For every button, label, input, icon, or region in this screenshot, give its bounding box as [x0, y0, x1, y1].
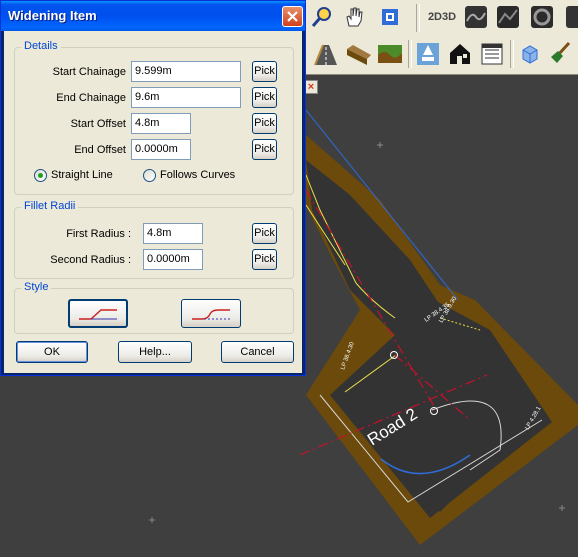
dialog-title: Widening Item: [8, 8, 97, 23]
help-button[interactable]: Help...: [118, 341, 192, 363]
details-group: Details Start Chainage 9.599m Pick End C…: [14, 40, 294, 195]
start-offset-label: Start Offset: [70, 118, 126, 130]
end-offset-field[interactable]: 0.0000m: [131, 139, 191, 160]
start-chainage-field[interactable]: 9.599m: [131, 61, 241, 82]
radio-selected-dot: [38, 173, 43, 178]
close-icon: [287, 11, 298, 22]
design-toolbar: [300, 36, 578, 75]
first-radius-field[interactable]: 4.8m: [143, 223, 203, 244]
first-radius-pick-button[interactable]: Pick: [252, 223, 277, 244]
dialog-close-button[interactable]: [282, 6, 303, 27]
start-chainage-label: Start Chainage: [52, 66, 126, 78]
straight-taper-icon: [79, 308, 117, 320]
first-radius-label: First Radius :: [66, 228, 131, 240]
floating-window-close-button[interactable]: ×: [304, 80, 318, 94]
view-2d-3d-label: 2D3D: [427, 11, 457, 23]
end-chainage-label: End Chainage: [56, 92, 126, 104]
cancel-button[interactable]: Cancel: [221, 341, 294, 363]
view-2d-3d-toggle[interactable]: 2D3D: [426, 3, 458, 31]
straight-line-radio[interactable]: [34, 169, 47, 182]
fillet-radii-legend: Fillet Radii: [21, 200, 79, 212]
dialog-client-area: Details Start Chainage 9.599m Pick End C…: [4, 31, 302, 373]
lamp-post-icon[interactable]: [414, 40, 442, 68]
second-radius-pick-button[interactable]: Pick: [252, 249, 277, 270]
dialog-titlebar[interactable]: Widening Item: [1, 1, 305, 31]
start-offset-pick-button[interactable]: Pick: [252, 113, 277, 134]
end-chainage-field[interactable]: 9.6m: [131, 87, 241, 108]
curved-taper-icon: [192, 308, 230, 320]
road-icon[interactable]: [312, 40, 340, 68]
view-toolbar: 2D3D: [300, 0, 578, 37]
start-chainage-pick-button[interactable]: Pick: [252, 61, 277, 82]
kerb-icon[interactable]: [344, 40, 372, 68]
building-icon[interactable]: [446, 40, 474, 68]
straight-taper-style-button[interactable]: [68, 299, 128, 328]
straight-line-label[interactable]: Straight Line: [51, 169, 113, 181]
start-offset-field[interactable]: 4.8m: [131, 113, 191, 134]
end-offset-label: End Offset: [74, 144, 126, 156]
fillet-radii-group: Fillet Radii First Radius : 4.8m Pick Se…: [14, 200, 294, 279]
earthworks-icon[interactable]: [376, 40, 404, 68]
render-icon[interactable]: [528, 3, 556, 31]
pan-hand-icon[interactable]: [340, 3, 368, 31]
terrain-dark-icon[interactable]: [494, 3, 522, 31]
shade-icon[interactable]: [560, 3, 578, 31]
zoom-extents-icon[interactable]: [376, 3, 404, 31]
terrain-grey-icon[interactable]: [462, 3, 490, 31]
style-group: Style: [14, 281, 294, 334]
curved-taper-style-button[interactable]: [181, 299, 241, 328]
follows-curves-label[interactable]: Follows Curves: [160, 169, 235, 181]
object-cube-icon[interactable]: [516, 40, 544, 68]
follows-curves-radio[interactable]: [143, 169, 156, 182]
shovel-icon[interactable]: [546, 40, 574, 68]
second-radius-label: Second Radius :: [50, 254, 131, 266]
ok-button[interactable]: OK: [16, 341, 88, 363]
second-radius-field[interactable]: 0.0000m: [143, 249, 203, 270]
details-legend: Details: [21, 40, 61, 52]
style-legend: Style: [21, 281, 52, 293]
zoom-icon[interactable]: [308, 3, 336, 31]
end-offset-pick-button[interactable]: Pick: [252, 139, 277, 160]
report-icon[interactable]: [478, 40, 506, 68]
widening-item-dialog: Widening Item Details Start Chainage 9.5…: [0, 0, 306, 376]
end-chainage-pick-button[interactable]: Pick: [252, 87, 277, 108]
